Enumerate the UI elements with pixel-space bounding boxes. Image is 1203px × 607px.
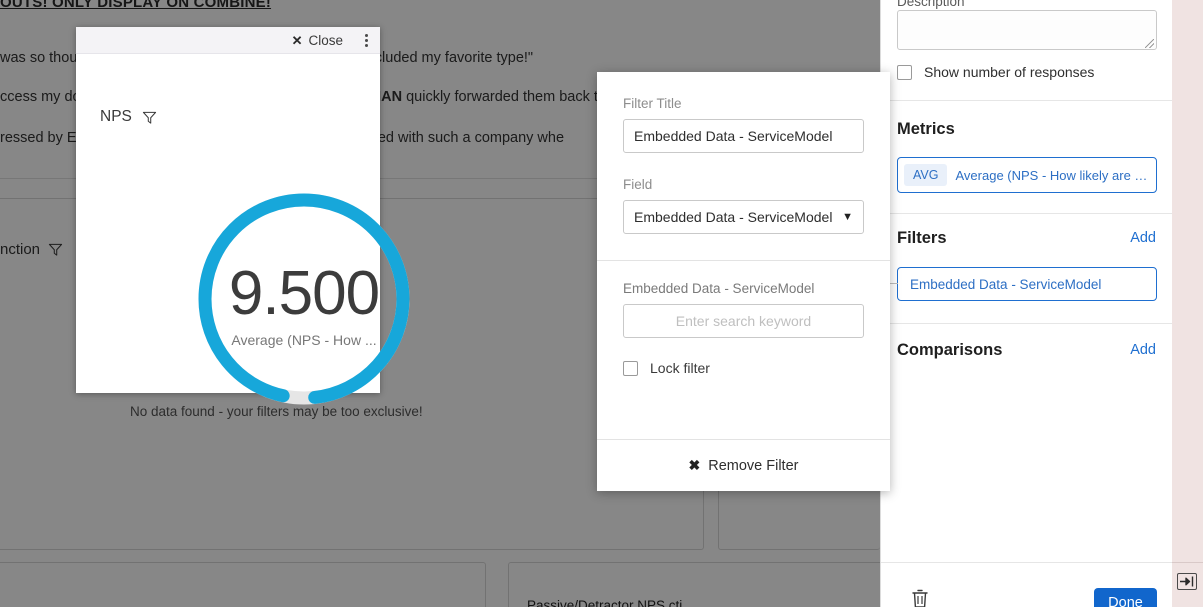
close-button-label[interactable]: Close [308, 33, 343, 48]
description-label: Description [897, 0, 965, 9]
sidebar-divider-3 [881, 323, 1172, 324]
sidebar-divider-1 [881, 100, 1172, 101]
filter-item[interactable]: Embedded Data - ServiceModel [897, 267, 1157, 301]
resize-grip-icon[interactable] [1145, 39, 1154, 48]
filter-field-value: Embedded Data - ServiceModel [634, 209, 833, 225]
description-field[interactable] [897, 10, 1157, 50]
filter-title-label: Filter Title [623, 96, 682, 111]
show-responses-row[interactable]: Show number of responses [897, 64, 1094, 80]
lock-filter-label: Lock filter [650, 360, 710, 376]
metric-item-label: Average (NPS - How likely are y... [955, 167, 1150, 183]
funnel-icon[interactable] [142, 110, 157, 125]
report-text-line-3-pre: ccess my do [0, 89, 81, 105]
report-heading: OUTS! ONLY DISPLAY ON COMBINE! [0, 0, 272, 11]
filters-add-button[interactable]: Add [1130, 230, 1156, 246]
metric-aggregation-tag: AVG [904, 164, 948, 186]
kebab-menu-icon[interactable] [361, 32, 372, 49]
metric-item[interactable]: AVG Average (NPS - How likely are y... [897, 157, 1157, 193]
widget-settings-sidebar: Description Show number of responses Met… [880, 0, 1172, 607]
gauge-label: Average (NPS - How ... [231, 332, 377, 348]
filters-heading: Filters [897, 229, 947, 247]
report-widget-title: nction [0, 241, 63, 258]
report-text-line-3-post: quickly forwarded them back t [406, 89, 598, 105]
report-text-line-1-post: included my favorite type!" [363, 50, 534, 66]
funnel-icon[interactable] [48, 242, 63, 257]
collapse-panel-icon[interactable] [1177, 573, 1197, 590]
close-x-icon: ✖ [688, 457, 701, 473]
filter-field-group: Field Embedded Data - ServiceModel ▼ [597, 157, 890, 238]
show-responses-label: Show number of responses [924, 64, 1095, 80]
comparisons-heading: Comparisons [897, 341, 1003, 359]
comparisons-add-button[interactable]: Add [1130, 342, 1156, 358]
filter-search-input[interactable] [623, 304, 864, 338]
chart-widget-body: NPS 9.500 Average (NPS - How ... [76, 54, 410, 405]
right-rail [1172, 0, 1203, 607]
filter-search-label: Embedded Data - ServiceModel [623, 281, 815, 296]
chart-widget-title: NPS [100, 108, 132, 125]
chart-widget-modal: ✕ Close NPS 9.500 Average (NPS - How ... [76, 27, 410, 405]
filter-title-group: Filter Title [597, 72, 890, 157]
close-x-icon[interactable]: ✕ [292, 34, 303, 47]
filter-field-select[interactable]: Embedded Data - ServiceModel ▼ [623, 200, 864, 234]
filter-field-label: Field [623, 177, 653, 192]
filter-popover: Filter Title Field Embedded Data - Servi… [597, 72, 890, 491]
chart-widget-modal-titlebar: ✕ Close [76, 27, 380, 54]
app-root: OUTS! ONLY DISPLAY ON COMBINE! was so th… [0, 0, 1203, 607]
lock-filter-checkbox[interactable] [623, 360, 638, 376]
sidebar-divider-2 [881, 213, 1172, 214]
report-text-line-2-pre: ressed by E [0, 130, 77, 146]
report-widget-title-text: nction [0, 241, 41, 258]
trash-icon[interactable] [911, 588, 929, 607]
show-responses-checkbox[interactable] [897, 64, 912, 80]
lock-filter-row[interactable]: Lock filter [623, 360, 864, 376]
metrics-heading: Metrics [897, 120, 955, 138]
report-bottom-card-right-label: Passive/Detractor NPS cti [527, 598, 683, 607]
report-bottom-card-left[interactable] [0, 562, 486, 607]
rail-divider [1172, 562, 1203, 563]
gauge-value: 9.500 [228, 259, 380, 328]
collapse-arrow-glyph [1180, 576, 1194, 587]
chevron-down-icon: ▼ [842, 211, 853, 223]
filter-title-input[interactable] [623, 119, 864, 153]
sidebar-footer-divider [881, 562, 1172, 563]
gauge-chart: 9.500 Average (NPS - How ... [186, 184, 422, 414]
done-button[interactable]: Done [1094, 588, 1157, 607]
chart-widget-header: NPS [100, 108, 157, 126]
filter-search-group: Embedded Data - ServiceModel Lock filter [597, 261, 890, 380]
report-text-line-1-pre: was so thoug [0, 50, 86, 66]
filter-item-label: Embedded Data - ServiceModel [910, 276, 1102, 292]
remove-filter-button[interactable]: ✖ Remove Filter [597, 439, 890, 491]
remove-filter-label: Remove Filter [708, 457, 799, 474]
